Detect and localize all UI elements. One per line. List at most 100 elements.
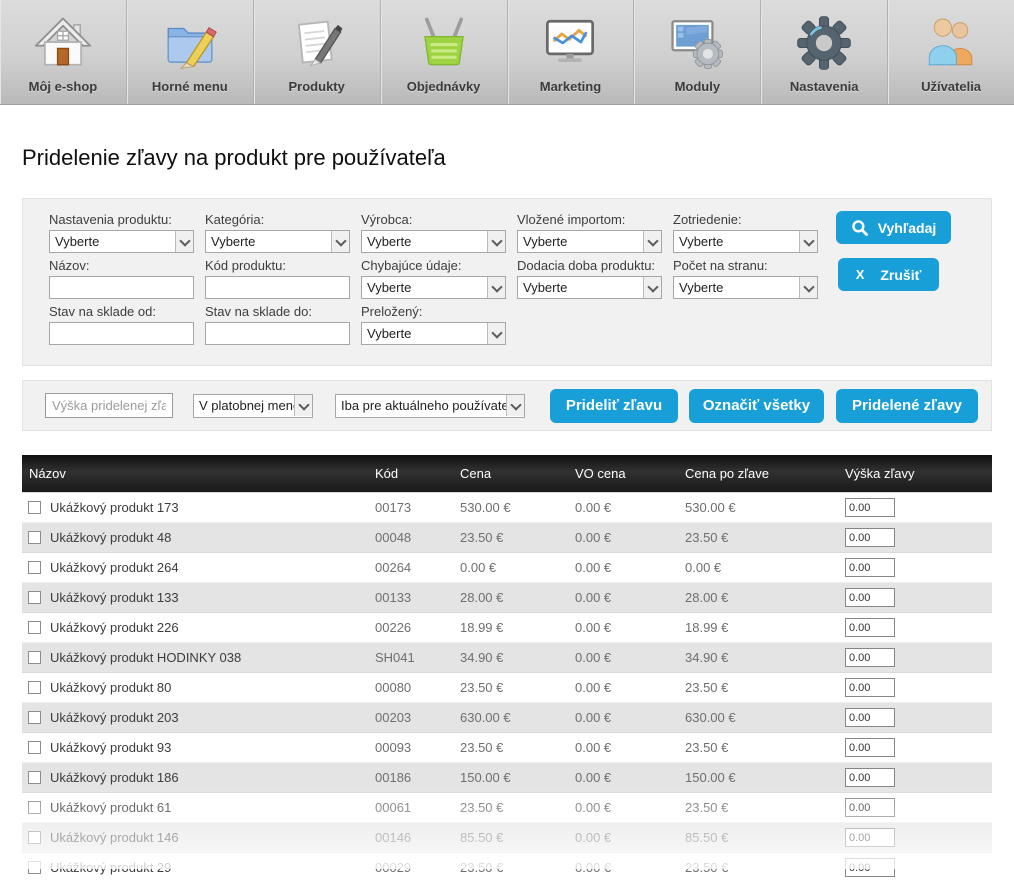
nav-label: Nastavenia (790, 79, 859, 94)
header-kod: Kód (375, 466, 460, 481)
table-row: Ukážkový produkt 173 00173 530.00 € 0.00… (22, 492, 992, 522)
nav-item-uzivatelia[interactable]: Užívatelia (888, 0, 1014, 104)
user-scope-select[interactable]: Iba pre aktuálneho používateľa (335, 394, 525, 418)
table-row: Ukážkový produkt 186 00186 150.00 € 0.00… (22, 762, 992, 792)
zotriedenie-select[interactable]: Vyberte (673, 230, 818, 253)
filter-field-vyrobca: Výrobca: Vyberte (361, 212, 506, 253)
nav-label: Užívatelia (921, 79, 981, 94)
discount-amount-input[interactable] (845, 678, 895, 697)
filter-label: Počet na stranu: (673, 258, 818, 273)
kod-produktu-input[interactable] (205, 276, 350, 299)
product-discounted-price: 85.50 € (685, 830, 845, 845)
discount-amount-input[interactable] (845, 738, 895, 757)
product-name: Ukážkový produkt 203 (50, 710, 179, 725)
select-all-button[interactable]: Označiť všetky (689, 389, 824, 423)
row-checkbox[interactable] (28, 801, 41, 814)
row-checkbox[interactable] (28, 681, 41, 694)
nav-label: Marketing (540, 79, 601, 94)
search-button[interactable]: Vyhľadaj (836, 211, 951, 244)
nastavenia-produktu-select[interactable]: Vyberte (49, 230, 194, 253)
discount-amount-input[interactable] (845, 528, 895, 547)
table-row: Ukážkový produkt 61 00061 23.50 € 0.00 €… (22, 792, 992, 822)
discount-amount-input[interactable] (845, 768, 895, 787)
discount-amount-input[interactable] (845, 798, 895, 817)
product-code: 00226 (375, 620, 460, 635)
discount-amount-input[interactable] (845, 858, 895, 877)
nav-item-objednavky[interactable]: Objednávky (381, 0, 508, 104)
row-checkbox[interactable] (28, 561, 41, 574)
vlozene-importom-select[interactable]: Vyberte (517, 230, 662, 253)
product-price: 23.50 € (460, 530, 575, 545)
nav-item-moduly[interactable]: Moduly (634, 0, 761, 104)
cancel-button[interactable]: X Zrušiť (838, 258, 939, 291)
filter-panel: Nastavenia produktu: Vyberte Kategória: … (22, 198, 992, 366)
product-table: Názov Kód Cena VO cena Cena po zľave Výš… (22, 455, 992, 882)
dodacia-doba-select[interactable]: Vyberte (517, 276, 662, 299)
row-checkbox[interactable] (28, 771, 41, 784)
row-checkbox[interactable] (28, 501, 41, 514)
document-pencil-icon (288, 11, 346, 75)
chevron-down-icon (294, 395, 312, 416)
table-row: Ukážkový produkt 48 00048 23.50 € 0.00 €… (22, 522, 992, 552)
table-row: Ukážkový produkt 80 00080 23.50 € 0.00 €… (22, 672, 992, 702)
prelozeny-select[interactable]: Vyberte (361, 322, 506, 345)
kategoria-select[interactable]: Vyberte (205, 230, 350, 253)
product-code: 00186 (375, 770, 460, 785)
table-row: Ukážkový produkt 133 00133 28.00 € 0.00 … (22, 582, 992, 612)
product-name: Ukážkový produkt 264 (50, 560, 179, 575)
row-checkbox[interactable] (28, 531, 41, 544)
product-price: 0.00 € (460, 560, 575, 575)
product-name: Ukážkový produkt HODINKY 038 (50, 650, 241, 665)
row-checkbox[interactable] (28, 711, 41, 724)
header-vyska-zlavy: Výška zľavy (845, 466, 992, 481)
discount-amount-input[interactable] (845, 498, 895, 517)
stav-na-sklade-do-input[interactable] (205, 322, 350, 345)
filter-label: Nastavenia produktu: (49, 212, 194, 227)
row-checkbox[interactable] (28, 621, 41, 634)
product-code: 00080 (375, 680, 460, 695)
product-wholesale-price: 0.00 € (575, 500, 685, 515)
row-checkbox[interactable] (28, 831, 41, 844)
product-wholesale-price: 0.00 € (575, 830, 685, 845)
monitor-chart-icon (541, 11, 599, 75)
filter-label: Stav na sklade od: (49, 304, 194, 319)
row-checkbox[interactable] (28, 741, 41, 754)
discount-amount-input[interactable] (845, 648, 895, 667)
product-code: 00029 (375, 860, 460, 875)
nav-item-marketing[interactable]: Marketing (508, 0, 635, 104)
discount-amount-input[interactable] (845, 708, 895, 727)
row-checkbox[interactable] (28, 861, 41, 874)
chevron-down-icon (643, 277, 661, 298)
row-checkbox[interactable] (28, 651, 41, 664)
product-wholesale-price: 0.00 € (575, 590, 685, 605)
table-row: Ukážkový produkt 93 00093 23.50 € 0.00 €… (22, 732, 992, 762)
discount-amount-input[interactable] (845, 588, 895, 607)
nav-item-nastavenia[interactable]: Nastavenia (761, 0, 888, 104)
pocet-na-stranu-select[interactable]: Vyberte (673, 276, 818, 299)
currency-mode-select[interactable]: V platobnej mene (193, 394, 313, 418)
nazov-input[interactable] (49, 276, 194, 299)
table-row: Ukážkový produkt 29 00029 23.50 € 0.00 €… (22, 852, 992, 882)
row-checkbox[interactable] (28, 591, 41, 604)
discount-amount-input[interactable] (845, 558, 895, 577)
chevron-down-icon (643, 231, 661, 252)
discount-amount-input[interactable] (845, 828, 895, 847)
nav-item-moj-e-shop[interactable]: Môj e-shop (0, 0, 127, 104)
product-name: Ukážkový produkt 226 (50, 620, 179, 635)
discount-amount-field[interactable] (45, 393, 173, 418)
assigned-discounts-button[interactable]: Pridelené zľavy (836, 389, 978, 423)
chevron-down-icon (506, 395, 524, 416)
vyrobca-select[interactable]: Vyberte (361, 230, 506, 253)
filter-field-prelozeny: Preložený: Vyberte (361, 304, 506, 345)
assign-discount-button[interactable]: Prideliť zľavu (550, 389, 678, 423)
product-wholesale-price: 0.00 € (575, 650, 685, 665)
chybajuce-udaje-select[interactable]: Vyberte (361, 276, 506, 299)
chevron-down-icon (799, 231, 817, 252)
nav-item-horne-menu[interactable]: Horné menu (127, 0, 254, 104)
stav-na-sklade-od-input[interactable] (49, 322, 194, 345)
chevron-down-icon (487, 277, 505, 298)
discount-amount-input[interactable] (845, 618, 895, 637)
nav-item-produkty[interactable]: Produkty (254, 0, 381, 104)
product-code: 00203 (375, 710, 460, 725)
product-discounted-price: 23.50 € (685, 800, 845, 815)
